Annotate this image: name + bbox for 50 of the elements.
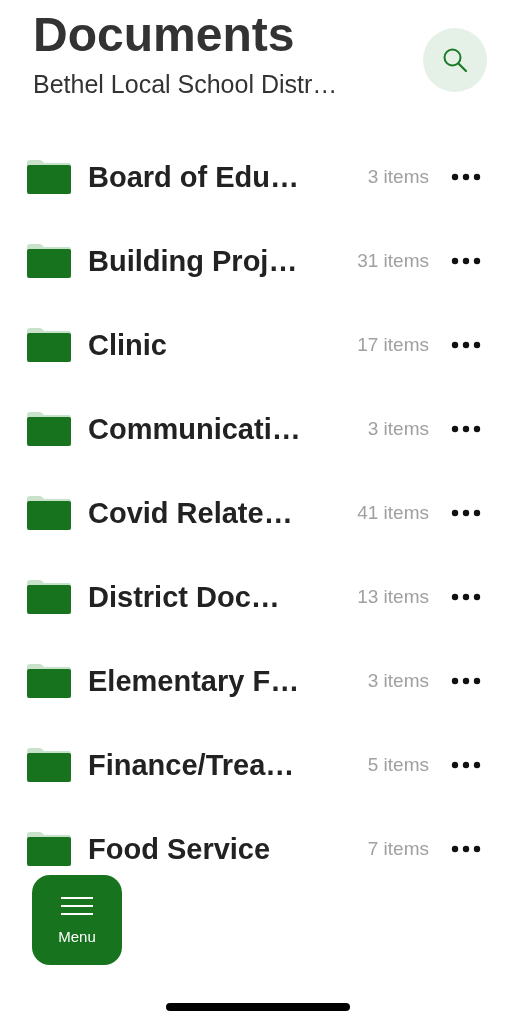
menu-icon <box>60 895 94 916</box>
item-count: 3 items <box>367 670 429 692</box>
more-icon <box>451 845 481 853</box>
folder-name[interactable]: Communicati… <box>88 412 360 446</box>
more-button[interactable] <box>451 257 481 265</box>
folder-name[interactable]: Board of Edu… <box>88 160 360 194</box>
item-count: 31 items <box>357 250 429 272</box>
folder-name[interactable]: Covid Relate… <box>88 496 350 530</box>
folder-icon <box>26 243 72 279</box>
more-icon <box>451 509 481 517</box>
search-icon <box>442 47 468 73</box>
page-subtitle: Bethel Local School Distr… <box>33 70 338 99</box>
folder-icon <box>26 831 72 867</box>
more-icon <box>451 425 481 433</box>
more-icon <box>451 341 481 349</box>
folder-name[interactable]: District Doc… <box>88 580 350 614</box>
more-icon <box>451 677 481 685</box>
page-title: Documents <box>33 8 296 62</box>
folder-name[interactable]: Building Proj… <box>88 244 350 278</box>
more-button[interactable] <box>451 593 481 601</box>
item-count: 3 items <box>367 418 429 440</box>
folder-icon <box>26 495 72 531</box>
more-button[interactable] <box>451 761 481 769</box>
folder-name[interactable]: Finance/Trea… <box>88 748 360 782</box>
folder-name[interactable]: Elementary F… <box>88 664 360 698</box>
more-button[interactable] <box>451 509 481 517</box>
item-count: 3 items <box>367 166 429 188</box>
folder-name[interactable]: Food Service <box>88 832 360 866</box>
item-count: 13 items <box>357 586 429 608</box>
folder-icon <box>26 579 72 615</box>
item-count: 17 items <box>357 334 429 356</box>
folder-icon <box>26 411 72 447</box>
folder-icon <box>26 663 72 699</box>
menu-button[interactable]: Menu <box>32 875 122 965</box>
more-icon <box>451 593 481 601</box>
folder-icon <box>26 327 72 363</box>
more-button[interactable] <box>451 677 481 685</box>
more-button[interactable] <box>451 845 481 853</box>
more-icon <box>451 761 481 769</box>
more-button[interactable] <box>451 425 481 433</box>
folder-icon <box>26 159 72 195</box>
more-button[interactable] <box>451 341 481 349</box>
more-icon <box>451 173 481 181</box>
folder-icon <box>26 747 72 783</box>
item-count: 5 items <box>367 754 429 776</box>
more-icon <box>451 257 481 265</box>
item-count: 41 items <box>357 502 429 524</box>
more-button[interactable] <box>451 173 481 181</box>
item-count: 7 items <box>367 838 429 860</box>
folder-name[interactable]: Clinic <box>88 328 350 362</box>
